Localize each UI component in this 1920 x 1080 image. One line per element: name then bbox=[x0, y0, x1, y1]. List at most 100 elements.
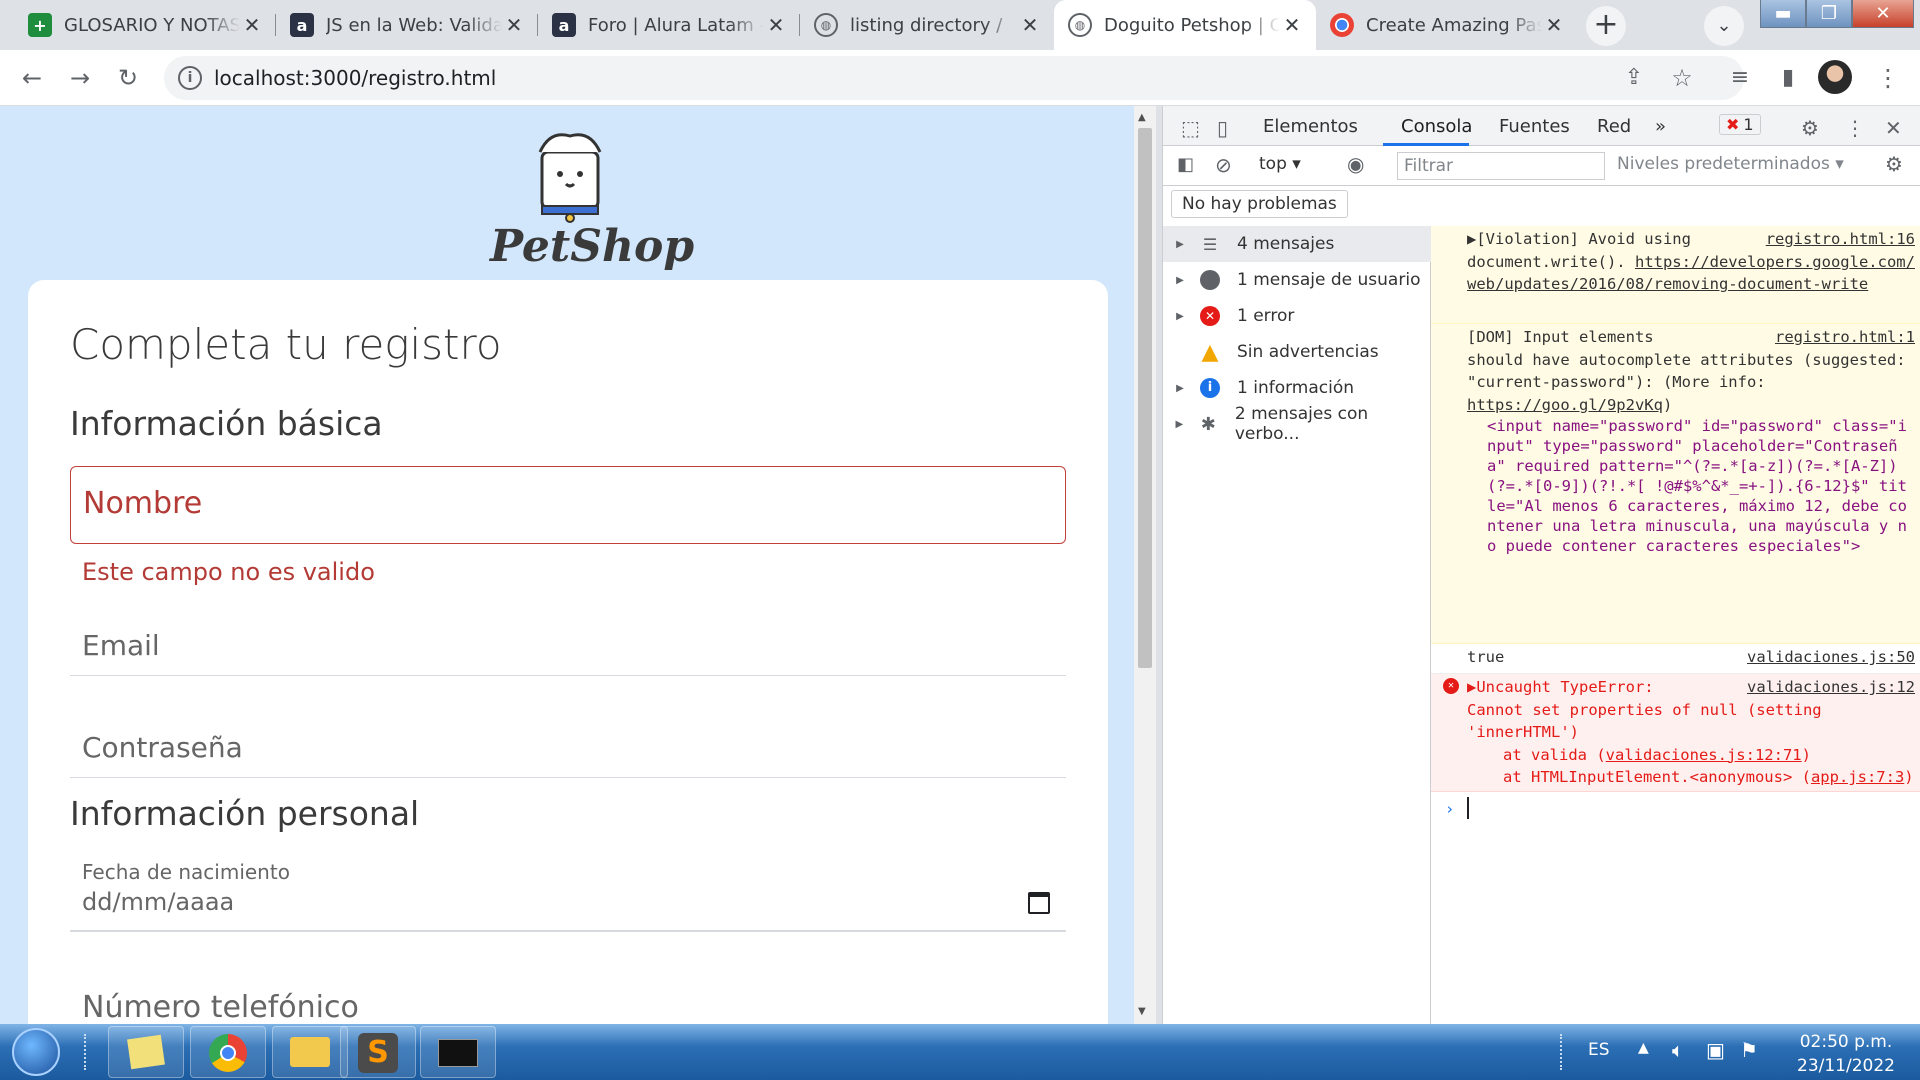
site-info-icon[interactable]: i bbox=[178, 66, 202, 90]
tab-network[interactable]: Red bbox=[1597, 116, 1631, 137]
tab-doguito[interactable]: ◍ Doguito Petshop | C ✕ bbox=[1054, 0, 1316, 50]
scroll-up-icon[interactable]: ▲ bbox=[1138, 112, 1146, 123]
maximize-button[interactable]: ❐ bbox=[1806, 0, 1852, 28]
terminal-app[interactable] bbox=[420, 1026, 496, 1078]
inspect-icon[interactable]: ⬚ bbox=[1181, 116, 1200, 140]
globe-icon: ◍ bbox=[1068, 13, 1092, 37]
phone-input[interactable]: Número telefónico bbox=[82, 990, 359, 1024]
expand-icon: ▶ bbox=[1176, 274, 1184, 286]
clear-console-icon[interactable]: ⊘ bbox=[1215, 153, 1232, 177]
eye-icon[interactable]: ◉ bbox=[1347, 152, 1364, 176]
sidebar-item-user-messages[interactable]: ▶ 1 mensaje de usuario bbox=[1163, 262, 1431, 298]
dob-input[interactable]: dd/mm/aaaa bbox=[82, 888, 234, 916]
message-link[interactable]: https://goo.gl/9p2vKq bbox=[1467, 396, 1663, 414]
message-source-link[interactable]: registro.html:16 bbox=[1766, 228, 1915, 251]
console-prompt[interactable]: › bbox=[1431, 796, 1920, 826]
close-icon[interactable]: ✕ bbox=[240, 13, 264, 37]
sidebar-item-verbose[interactable]: ▶ ✱ 2 mensajes con verbo... bbox=[1163, 404, 1431, 444]
form-title: Completa tu registro bbox=[70, 320, 502, 369]
volume-icon[interactable]: 🔈︎ bbox=[1672, 1038, 1684, 1062]
close-devtools-icon[interactable]: ✕ bbox=[1885, 116, 1902, 140]
error-icon: ✕ bbox=[1197, 303, 1223, 329]
filter-input[interactable]: Filtrar bbox=[1397, 152, 1605, 180]
page-scrollbar[interactable]: ▲ ▼ bbox=[1134, 106, 1156, 1024]
tab-search-button[interactable]: ⌄ bbox=[1704, 6, 1744, 46]
tray-expand-icon[interactable]: ▲ bbox=[1638, 1040, 1649, 1056]
sidebar-item-messages[interactable]: ▶ ☰ 4 mensajes bbox=[1163, 226, 1431, 262]
bug-icon: ✱ bbox=[1200, 413, 1216, 435]
stack-link[interactable]: validaciones.js:12:71 bbox=[1606, 746, 1802, 764]
tab-foro[interactable]: a Foro | Alura Latam - C ✕ bbox=[538, 0, 800, 50]
dom-element-snippet[interactable]: <input name="password" id="password" cla… bbox=[1467, 416, 1915, 556]
start-button[interactable] bbox=[12, 1028, 60, 1076]
sidebar-item-errors[interactable]: ▶ ✕ 1 error bbox=[1163, 298, 1431, 334]
name-input[interactable]: Nombre bbox=[70, 466, 1066, 544]
tab-title: listing directory / bbox=[850, 14, 1003, 36]
close-icon[interactable]: ✕ bbox=[764, 13, 788, 37]
context-selector[interactable]: top ▾ bbox=[1259, 154, 1301, 174]
scrollbar-thumb[interactable] bbox=[1138, 128, 1152, 668]
tab-sources[interactable]: Fuentes bbox=[1499, 116, 1570, 137]
no-problems-badge[interactable]: No hay problemas bbox=[1171, 190, 1348, 218]
sidebar-toggle-icon[interactable]: ◧ bbox=[1177, 154, 1194, 175]
tab-elements[interactable]: Elementos bbox=[1263, 116, 1358, 137]
reload-icon[interactable]: ↻ bbox=[110, 60, 146, 96]
error-counter[interactable]: ✖ 1 bbox=[1719, 114, 1761, 135]
tab-listing[interactable]: ◍ listing directory / ✕ bbox=[800, 0, 1054, 50]
chrome-app[interactable] bbox=[190, 1026, 266, 1078]
media-icon[interactable]: ≡ bbox=[1722, 60, 1758, 96]
message-text: [DOM] Input elements bbox=[1467, 328, 1654, 346]
close-icon[interactable]: ✕ bbox=[1280, 13, 1304, 37]
calendar-icon[interactable] bbox=[1028, 892, 1050, 914]
network-icon[interactable]: ▣ bbox=[1706, 1038, 1725, 1062]
message-source-link[interactable]: validaciones.js:12 bbox=[1747, 676, 1915, 699]
minimize-button[interactable]: ▬ bbox=[1760, 0, 1806, 28]
sticky-notes-app[interactable] bbox=[108, 1026, 184, 1078]
profile-avatar[interactable] bbox=[1818, 60, 1852, 94]
petshop-logo: PetShop bbox=[490, 126, 694, 276]
section-personal-info: Información personal bbox=[70, 794, 420, 833]
device-toolbar-icon[interactable]: ▯ bbox=[1217, 116, 1228, 140]
url-text: localhost:3000/registro.html bbox=[214, 66, 497, 90]
expand-icon: ▶ bbox=[1175, 418, 1184, 430]
message-source-link[interactable]: registro.html:1 bbox=[1775, 326, 1915, 349]
language-indicator[interactable]: ES bbox=[1588, 1040, 1610, 1060]
bookmark-star-icon[interactable]: ☆ bbox=[1664, 60, 1700, 96]
back-icon[interactable]: ← bbox=[14, 60, 50, 96]
forward-icon[interactable]: → bbox=[62, 60, 98, 96]
flag-icon[interactable]: ⚑ bbox=[1740, 1038, 1758, 1062]
scroll-down-icon[interactable]: ▼ bbox=[1138, 1006, 1146, 1017]
more-tabs-icon[interactable]: » bbox=[1655, 116, 1666, 137]
tab-console[interactable]: Consola bbox=[1401, 116, 1472, 137]
levels-dropdown[interactable]: Niveles predeterminados ▾ bbox=[1617, 154, 1844, 174]
sublime-app[interactable]: S bbox=[340, 1026, 416, 1078]
side-panel-icon[interactable]: ▮ bbox=[1770, 60, 1806, 96]
taskbar-clock[interactable]: 02:50 p.m. 23/11/2022 bbox=[1776, 1030, 1916, 1078]
close-icon[interactable]: ✕ bbox=[1542, 13, 1566, 37]
console-settings-icon[interactable]: ⚙ bbox=[1885, 152, 1903, 176]
sidebar-item-warnings[interactable]: ▲ Sin advertencias bbox=[1163, 334, 1431, 370]
share-icon[interactable]: ⇪ bbox=[1616, 60, 1652, 96]
settings-icon[interactable]: ⚙ bbox=[1801, 116, 1819, 140]
sidebar-item-label: Sin advertencias bbox=[1237, 342, 1379, 362]
menu-icon[interactable]: ⋮ bbox=[1870, 60, 1906, 96]
tab-create-pass[interactable]: Create Amazing Pass ✕ bbox=[1316, 0, 1578, 50]
error-icon: ✕ bbox=[1443, 678, 1459, 694]
sidebar-item-info[interactable]: ▶ i 1 información bbox=[1163, 370, 1431, 406]
password-input[interactable]: Contraseña bbox=[70, 698, 1066, 778]
stack-link[interactable]: app.js:7:3 bbox=[1811, 768, 1904, 786]
close-icon[interactable]: ✕ bbox=[1018, 13, 1042, 37]
new-tab-button[interactable]: + bbox=[1586, 6, 1626, 46]
tab-glosario[interactable]: + GLOSARIO Y NOTAS ✕ bbox=[14, 0, 276, 50]
section-basic-info: Información básica bbox=[70, 404, 383, 443]
more-options-icon[interactable]: ⋮ bbox=[1845, 116, 1865, 140]
email-input[interactable]: Email bbox=[70, 596, 1066, 676]
close-window-button[interactable]: ✕ bbox=[1852, 0, 1914, 28]
address-bar[interactable]: i localhost:3000/registro.html ⇪ ☆ bbox=[164, 56, 1744, 100]
sidebar-item-label: 1 información bbox=[1237, 378, 1355, 398]
file-explorer-app[interactable] bbox=[272, 1026, 348, 1078]
message-source-link[interactable]: validaciones.js:50 bbox=[1747, 646, 1915, 669]
tab-js-web[interactable]: a JS en la Web: Validac ✕ bbox=[276, 0, 538, 50]
close-icon[interactable]: ✕ bbox=[502, 13, 526, 37]
alura-icon: a bbox=[552, 13, 576, 37]
